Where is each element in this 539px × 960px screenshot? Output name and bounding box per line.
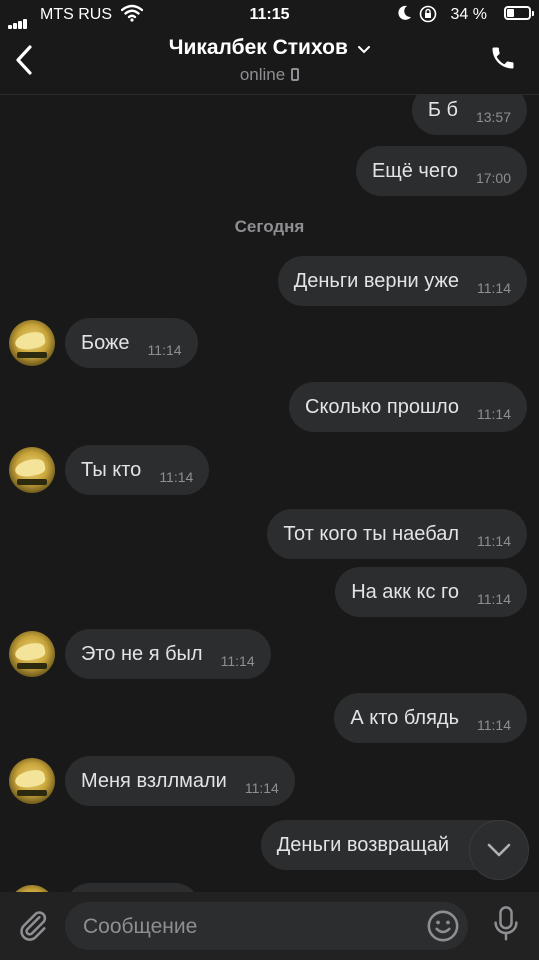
- message-bubble-incoming[interactable]: Ты кто 11:14: [65, 445, 210, 495]
- microphone-icon[interactable]: [493, 906, 519, 942]
- message-bubble-incoming[interactable]: Это не я был 11:14: [65, 629, 271, 679]
- battery-icon: [504, 6, 534, 20]
- orientation-lock-icon: [419, 5, 437, 23]
- message-text: Это не я был: [81, 642, 203, 665]
- phone-icon[interactable]: [489, 44, 517, 72]
- avatar[interactable]: [9, 320, 55, 366]
- battery-percent: 34 %: [450, 6, 487, 23]
- message-text: Деньги верни уже: [293, 269, 459, 292]
- scroll-down-button[interactable]: [469, 820, 529, 880]
- message-bubble-incoming[interactable]: [65, 883, 200, 892]
- date-separator: Сегодня: [234, 217, 305, 236]
- message-text: Ещё чего: [371, 159, 458, 182]
- smile-icon[interactable]: [426, 909, 460, 943]
- avatar[interactable]: [9, 885, 55, 892]
- moon-icon: [398, 5, 411, 20]
- message-time: 11:14: [220, 653, 255, 669]
- message-text: Тот кого ты наебал: [283, 522, 459, 545]
- message-bubble-outgoing[interactable]: Деньги верни уже 11:14: [277, 256, 527, 306]
- message-time: 11:14: [477, 717, 511, 733]
- contact-name[interactable]: Чикалбек Стихов: [169, 36, 348, 59]
- message-text: Ты кто: [81, 458, 142, 481]
- message-composer: [0, 892, 539, 960]
- message-time: 11:14: [147, 342, 182, 358]
- message-bubble-incoming[interactable]: Боже 11:14: [65, 318, 198, 368]
- battery-fill: [507, 9, 514, 17]
- message-time: 11:14: [244, 780, 279, 796]
- message-bubble-incoming[interactable]: Меня взллмали 11:14: [65, 756, 295, 806]
- message-bubble-outgoing[interactable]: Б б 13:57: [411, 95, 527, 135]
- message-time: 11:14: [477, 591, 511, 607]
- avatar[interactable]: [9, 447, 55, 493]
- message-bubble-outgoing[interactable]: Ещё чего 17:00: [355, 146, 527, 196]
- avatar[interactable]: [9, 758, 55, 804]
- message-time: 11:14: [477, 280, 511, 296]
- message-time: 11:14: [477, 533, 511, 549]
- message-text: На акк кс го: [351, 580, 459, 603]
- chevron-down-icon[interactable]: [358, 45, 371, 54]
- chevron-down-icon: [487, 843, 511, 857]
- message-input[interactable]: [81, 902, 415, 952]
- message-bubble-outgoing[interactable]: Тот кого ты наебал 11:14: [267, 509, 527, 559]
- mobile-icon: [291, 68, 300, 81]
- chat-header: Чикалбек Стихов online: [0, 30, 539, 95]
- message-time: 13:57: [475, 109, 511, 125]
- message-text: А кто блядь: [350, 706, 459, 729]
- avatar[interactable]: [9, 631, 55, 677]
- message-bubble-outgoing[interactable]: А кто блядь 11:14: [334, 693, 527, 743]
- message-bubble-outgoing[interactable]: На акк кс го 11:14: [335, 567, 527, 617]
- contact-info[interactable]: Чикалбек Стихов online: [0, 36, 539, 85]
- message-bubble-outgoing[interactable]: Сколько прошло 11:14: [289, 382, 527, 432]
- message-text: Сколько прошло: [305, 395, 459, 418]
- message-time: 11:14: [477, 406, 511, 422]
- message-input-wrapper[interactable]: [65, 902, 468, 952]
- paperclip-icon[interactable]: [16, 908, 50, 942]
- status-bar: MTS RUS 11:15 34 %: [0, 0, 539, 30]
- online-status: online: [239, 65, 286, 84]
- message-time: 17:00: [475, 170, 511, 186]
- message-text: Деньги возвращай: [276, 833, 449, 856]
- message-text: Боже: [81, 331, 130, 354]
- message-list[interactable]: Б б 13:57 Ещё чего 17:00 Сегодня Деньги …: [0, 95, 539, 892]
- message-time: 11:14: [159, 469, 194, 485]
- message-text: Б б: [427, 98, 458, 121]
- message-text: Меня взллмали: [81, 769, 227, 792]
